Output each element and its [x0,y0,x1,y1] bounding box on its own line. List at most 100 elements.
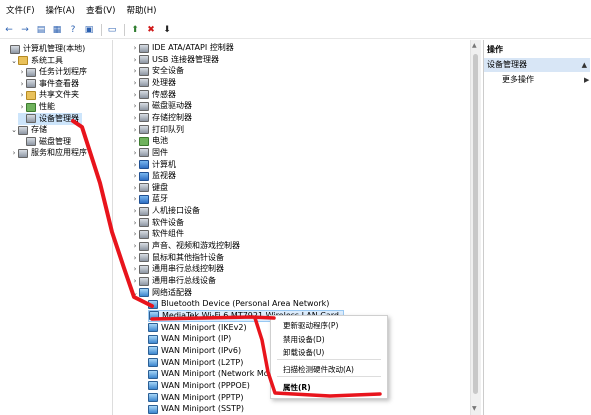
tree-item-3[interactable]: › 事件查看器 [18,78,79,90]
tree-item-7[interactable]: ⌄ 存储 [10,124,47,136]
chevron-right-icon[interactable]: › [131,42,139,54]
chevron-right-icon[interactable]: › [131,100,139,112]
tree-item-9[interactable]: › 服务和应用程序 [10,147,87,159]
device-item-0[interactable]: › IDE ATA/ATAPI 控制器 [131,42,234,54]
menu-item-2[interactable]: 查看(V) [80,4,120,16]
chevron-right-icon[interactable]: › [18,78,26,90]
device-item-15[interactable]: › 软件设备 [131,217,184,229]
context-menu-item-6[interactable]: 属性(R) [283,382,311,394]
context-menu-item-2[interactable]: 卸载设备(U) [283,347,324,359]
chevron-right-icon[interactable]: › [131,217,139,229]
device-item-29[interactable]: WAN Miniport (PPPOE) [148,380,250,392]
device-item-26[interactable]: WAN Miniport (IPv6) [148,345,241,357]
chevron-down-icon[interactable]: ⌄ [10,124,18,136]
chevron-right-icon[interactable]: › [10,147,18,159]
chevron-right-icon[interactable]: › [131,147,139,159]
device-item-10[interactable]: › 计算机 [131,159,176,171]
device-item-7[interactable]: › 打印队列 [131,124,184,136]
device-item-9[interactable]: › 固件 [131,147,168,159]
device-item-28[interactable]: WAN Miniport (Network Mo [148,368,269,380]
device-item-19[interactable]: › 通用串行总线控制器 [131,263,224,275]
device-item-3[interactable]: › 处理器 [131,77,176,89]
device-item-16[interactable]: › 软件组件 [131,228,184,240]
chevron-right-icon[interactable]: › [131,159,139,171]
device-item-20[interactable]: › 通用串行总线设备 [131,275,216,287]
chevron-right-icon[interactable]: › [131,135,139,147]
tree-item-6[interactable]: 设备管理器 [18,112,82,125]
chevron-right-icon[interactable]: › [131,240,139,252]
device-item-8[interactable]: › 电池 [131,135,168,147]
chevron-right-icon[interactable]: › [131,193,139,205]
device-item-25[interactable]: WAN Miniport (IP) [148,333,231,345]
folder-icon[interactable]: ▤ [34,23,48,37]
device-item-17[interactable]: › 声音、视频和游戏控制器 [131,240,240,252]
context-menu-item-1[interactable]: 禁用设备(D) [283,334,325,346]
chevron-down-icon[interactable]: ⌄ [131,287,139,299]
device-item-12[interactable]: › 键盘 [131,182,168,194]
back-icon[interactable]: ← [2,23,16,37]
tree-item-5[interactable]: › 性能 [18,101,55,113]
device-tree-scrollbar[interactable]: ▲ ▼ [470,40,481,415]
device-item-label: WAN Miniport (IPv6) [161,345,242,355]
tree-item-8[interactable]: 磁盘管理 [18,136,71,148]
help-icon[interactable]: ? [66,23,80,37]
device-item-2[interactable]: › 安全设备 [131,65,184,77]
chevron-right-icon[interactable]: › [18,66,26,78]
scroll-down-icon[interactable]: ▼ [472,405,477,412]
chevron-right-icon[interactable]: › [131,228,139,240]
device-item-24[interactable]: WAN Miniport (IKEv2) [148,322,247,334]
monitor-icon[interactable]: ▭ [105,23,119,37]
menu-item-1[interactable]: 操作(A) [40,4,80,16]
tree-item-0[interactable]: 计算机管理(本地) [2,43,85,55]
device-item-31[interactable]: WAN Miniport (SSTP) [148,403,244,415]
scroll-thumb[interactable] [473,54,478,394]
delete-icon[interactable]: ✖ [144,23,158,37]
scroll-up-icon[interactable]: ▲ [472,42,477,49]
device-item-30[interactable]: WAN Miniport (PPTP) [148,392,243,404]
chevron-right-icon[interactable]: › [131,65,139,77]
context-menu-item-0[interactable]: 更新驱动程序(P) [283,320,338,332]
chevron-right-icon[interactable]: › [131,263,139,275]
tree-item-1[interactable]: ⌄ 系统工具 [10,55,63,67]
network-adapter-icon [149,311,159,321]
tree-item-4[interactable]: › 共享文件夹 [18,89,79,101]
chevron-right-icon[interactable]: › [131,170,139,182]
chevron-right-icon[interactable]: › [131,205,139,217]
chevron-right-icon[interactable]: › [131,77,139,89]
device-item-6[interactable]: › 存储控制器 [131,112,192,124]
console-icon[interactable]: ▣ [82,23,96,37]
chevron-right-icon[interactable]: › [131,54,139,66]
menu-item-3[interactable]: 帮助(H) [120,4,161,16]
collapse-up-icon[interactable]: ▲ [582,58,587,72]
context-menu-item-4[interactable]: 扫描检测硬件改动(A) [283,364,354,376]
chevron-down-icon[interactable]: ⌄ [10,55,18,67]
device-item-4[interactable]: › 传感器 [131,89,176,101]
download-icon[interactable]: ⬇ [160,23,174,37]
device-item-27[interactable]: WAN Miniport (L2TP) [148,357,243,369]
chevron-right-icon[interactable]: › [131,124,139,136]
more-actions-item[interactable]: 更多操作 ▶ [502,74,589,86]
device-item-22[interactable]: Bluetooth Device (Personal Area Network) [148,298,329,310]
tree-item-2[interactable]: › 任务计划程序 [18,66,87,78]
device-item-5[interactable]: › 磁盘驱动器 [131,100,192,112]
chevron-right-icon[interactable]: › [131,275,139,287]
device-item-1[interactable]: › USB 连接器管理器 [131,54,219,66]
chevron-right-icon[interactable]: › [18,89,26,101]
update-driver-icon[interactable]: ⬆ [128,23,142,37]
chevron-right-icon[interactable]: › [18,101,26,113]
device-item-11[interactable]: › 监视器 [131,170,176,182]
device-item-13[interactable]: › 蓝牙 [131,193,168,205]
chevron-right-icon[interactable]: › [131,89,139,101]
device-item-18[interactable]: › 鼠标和其他指针设备 [131,252,224,264]
chevron-right-icon[interactable]: › [131,182,139,194]
device-item-label: WAN Miniport (Network Mo [161,369,269,379]
device-item-21[interactable]: ⌄ 网络适配器 [131,287,192,299]
properties-icon[interactable]: ▦ [50,23,64,37]
chevron-right-icon[interactable]: › [131,252,139,264]
node-icon [18,125,28,135]
forward-icon[interactable]: → [18,23,32,37]
device-item-14[interactable]: › 人机接口设备 [131,205,200,217]
chevron-right-icon[interactable]: › [131,112,139,124]
actions-section-device-manager[interactable]: 设备管理器 ▲ [484,58,590,72]
menu-item-0[interactable]: 文件(F) [0,4,40,16]
